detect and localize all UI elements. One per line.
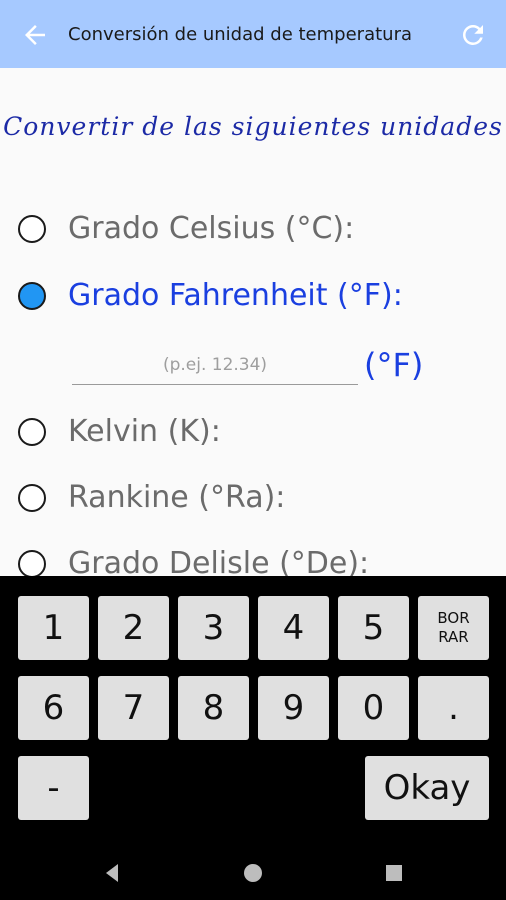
option-label: Grado Celsius (°C): (68, 211, 355, 246)
key-3[interactable]: 3 (178, 596, 249, 660)
system-nav-bar (0, 846, 506, 900)
option-kelvin[interactable]: Kelvin (K): (18, 414, 488, 454)
option-label: Kelvin (K): (68, 414, 221, 449)
key-2[interactable]: 2 (98, 596, 169, 660)
key-5[interactable]: 5 (338, 596, 409, 660)
app-title: Conversión de unidad de temperatura (68, 24, 412, 45)
option-celsius[interactable]: Grado Celsius (°C): (18, 211, 488, 251)
key-8[interactable]: 8 (178, 676, 249, 740)
radio-button[interactable] (18, 550, 46, 578)
key-1[interactable]: 1 (18, 596, 89, 660)
circle-home-icon[interactable] (241, 861, 265, 885)
radio-button[interactable] (18, 418, 46, 446)
triangle-back-icon[interactable] (100, 861, 124, 885)
key-7[interactable]: 7 (98, 676, 169, 740)
radio-button[interactable] (18, 215, 46, 243)
key-0[interactable]: 0 (338, 676, 409, 740)
key-decimal[interactable]: . (418, 676, 489, 740)
option-fahrenheit[interactable]: Grado Fahrenheit (°F): (18, 278, 488, 318)
option-rankine[interactable]: Rankine (°Ra): (18, 480, 488, 520)
app-bar: Conversión de unidad de temperatura (0, 0, 506, 68)
radio-button-checked[interactable] (18, 282, 46, 310)
value-input[interactable] (72, 345, 358, 385)
option-label: Rankine (°Ra): (68, 480, 286, 515)
key-6[interactable]: 6 (18, 676, 89, 740)
key-9[interactable]: 9 (258, 676, 329, 740)
delete-key[interactable]: BOR RAR (418, 596, 489, 660)
key-4[interactable]: 4 (258, 596, 329, 660)
square-recents-icon[interactable] (382, 861, 406, 885)
radio-button[interactable] (18, 484, 46, 512)
arrow-left-icon[interactable] (20, 20, 50, 50)
option-label: Grado Fahrenheit (°F): (68, 278, 403, 313)
numeric-keypad: 1 2 3 4 5 BOR RAR 6 7 8 9 0 . - Okay (0, 576, 506, 846)
refresh-icon[interactable] (458, 20, 488, 50)
okay-button[interactable]: Okay (365, 756, 489, 820)
key-minus[interactable]: - (18, 756, 89, 820)
value-input-wrapper (72, 345, 358, 387)
section-heading: Convertir de las siguientes unidades (3, 112, 503, 141)
input-unit: (°F) (364, 346, 424, 384)
